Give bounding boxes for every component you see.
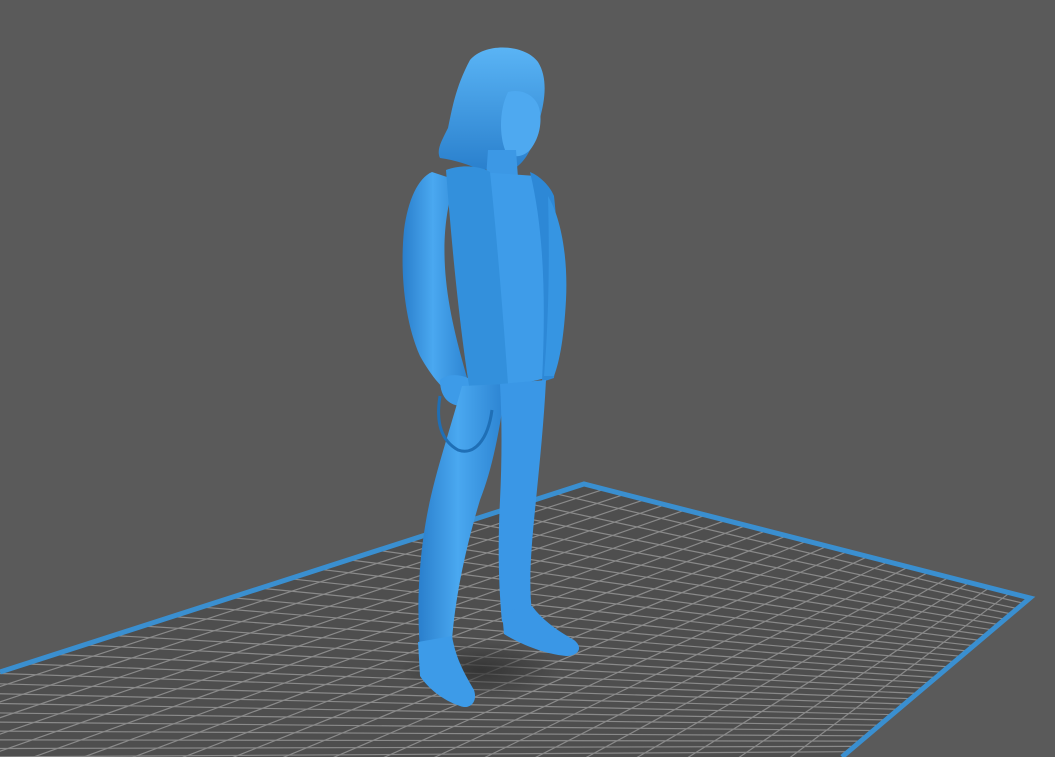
figurine-face [501, 90, 541, 157]
3d-viewport[interactable] [0, 0, 1055, 757]
scene-canvas[interactable] [0, 0, 1055, 757]
